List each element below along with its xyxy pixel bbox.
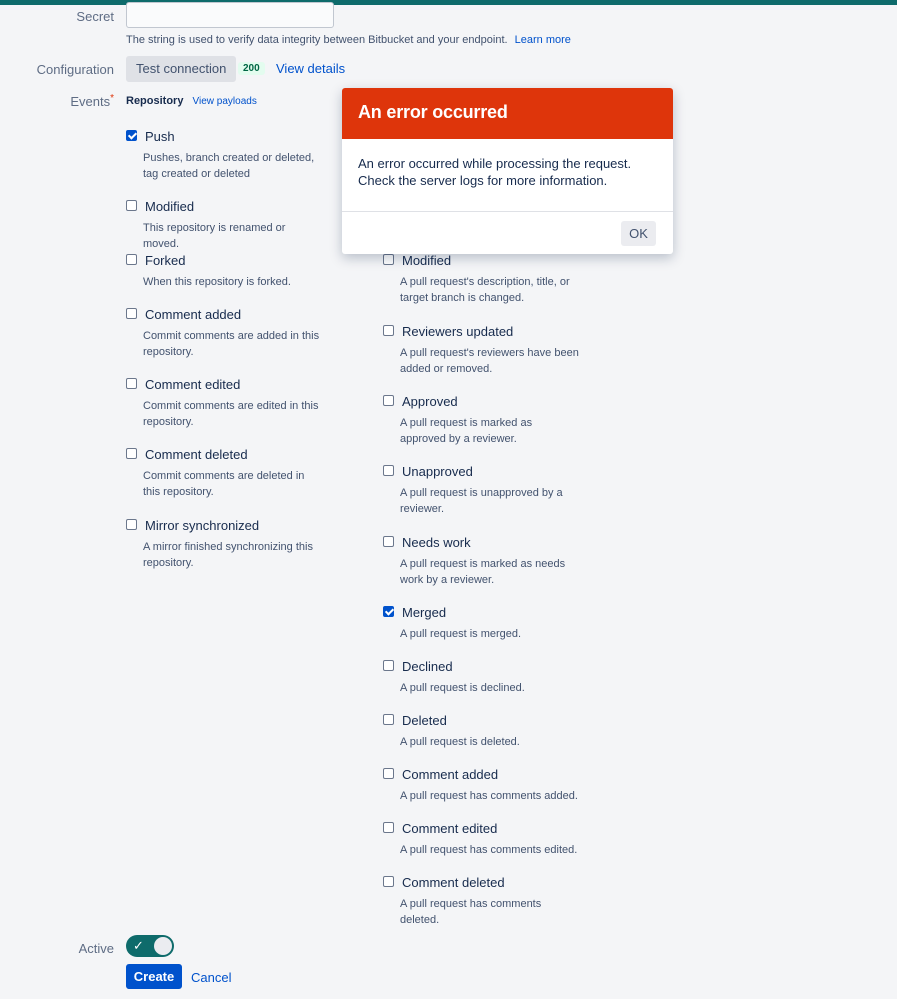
dialog-title: An error occurred xyxy=(342,88,673,139)
dialog-message: An error occurred while processing the r… xyxy=(358,156,632,188)
dialog-footer: OK xyxy=(342,211,673,254)
error-dialog: An error occurred An error occurred whil… xyxy=(342,88,673,254)
ok-button[interactable]: OK xyxy=(621,221,656,246)
